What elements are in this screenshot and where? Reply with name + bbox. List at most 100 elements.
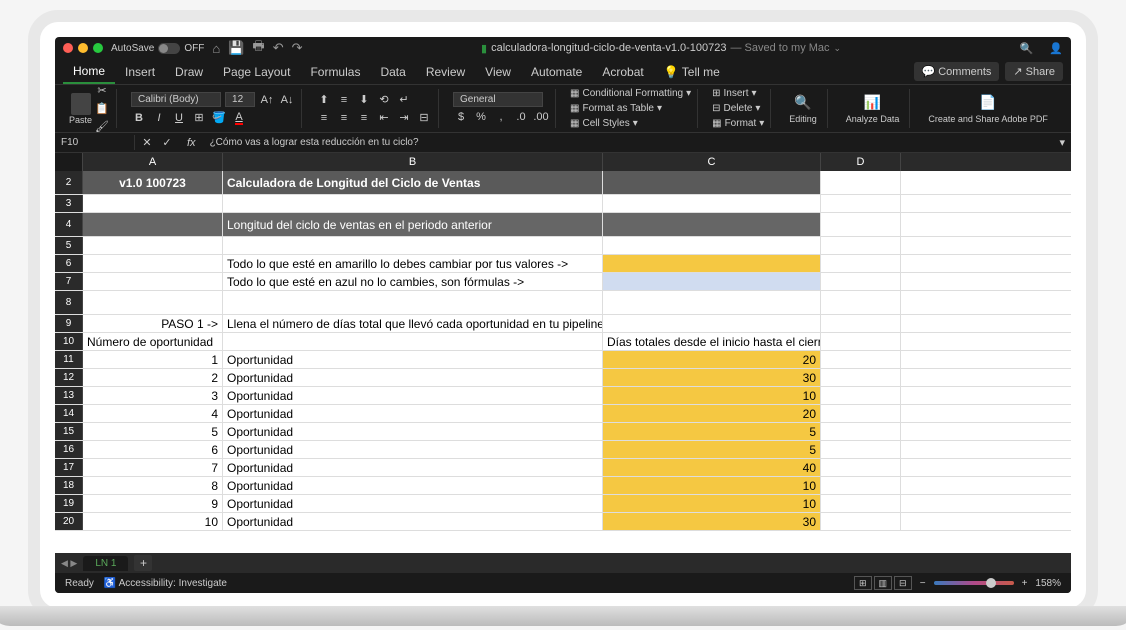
row-header[interactable]: 18	[55, 477, 83, 494]
cell[interactable]	[603, 171, 821, 194]
cell[interactable]: Días totales desde el inicio hasta el ci…	[603, 333, 821, 350]
adobe-button[interactable]: 📄 Create and Share Adobe PDF	[924, 94, 1052, 124]
cell[interactable]	[821, 351, 901, 368]
format-cells[interactable]: ▦ Format ▾	[712, 117, 764, 130]
cell[interactable]	[821, 237, 901, 254]
cell[interactable]	[821, 477, 901, 494]
row-header[interactable]: 2	[55, 171, 83, 194]
increase-font-icon[interactable]: A↑	[259, 92, 275, 108]
copy-icon[interactable]: 📋	[94, 101, 110, 117]
search-icon[interactable]: 🔍	[1020, 42, 1034, 55]
align-right-icon[interactable]: ≡	[356, 110, 372, 126]
cell[interactable]	[603, 315, 821, 332]
cell[interactable]	[821, 333, 901, 350]
font-select[interactable]: Calibri (Body)	[131, 92, 221, 107]
editing-button[interactable]: 🔍 Editing	[785, 94, 821, 124]
tab-page-layout[interactable]: Page Layout	[213, 61, 300, 83]
redo-icon[interactable]: ↷	[292, 40, 303, 56]
analyze-button[interactable]: 📊 Analyze Data	[842, 94, 904, 124]
tab-automate[interactable]: Automate	[521, 61, 592, 83]
formula-input[interactable]: ¿Cómo vas a lograr esta reducción en tu …	[204, 135, 1054, 150]
cancel-icon[interactable]: ✕	[139, 135, 155, 151]
cell[interactable]	[603, 195, 821, 212]
row-header[interactable]: 12	[55, 369, 83, 386]
close-icon[interactable]	[63, 43, 73, 53]
cell[interactable]	[83, 255, 223, 272]
fill-color-icon[interactable]: 🪣	[211, 110, 227, 126]
number-format-select[interactable]: General	[453, 92, 543, 107]
increase-decimal-icon[interactable]: .0	[513, 109, 529, 125]
cell[interactable]: 8	[83, 477, 223, 494]
cell[interactable]: Número de oportunidad	[83, 333, 223, 350]
cell[interactable]: 6	[83, 441, 223, 458]
cell[interactable]: 20	[603, 405, 821, 422]
zoom-in-icon[interactable]: +	[1022, 578, 1028, 589]
conditional-formatting[interactable]: ▦ Conditional Formatting ▾	[570, 87, 691, 100]
underline-icon[interactable]: U	[171, 110, 187, 126]
tab-view[interactable]: View	[475, 61, 521, 83]
tell-me[interactable]: 💡 Tell me	[654, 61, 730, 83]
cell[interactable]: Oportunidad	[223, 459, 603, 476]
autosave-toggle[interactable]: AutoSave OFF	[111, 43, 204, 54]
cell[interactable]: 30	[603, 369, 821, 386]
align-center-icon[interactable]: ≡	[336, 110, 352, 126]
cell[interactable]: Oportunidad	[223, 477, 603, 494]
cell[interactable]: PASO 1 ->	[83, 315, 223, 332]
decrease-font-icon[interactable]: A↓	[279, 92, 295, 108]
minimize-icon[interactable]	[78, 43, 88, 53]
cell[interactable]	[821, 255, 901, 272]
orientation-icon[interactable]: ⟲	[376, 92, 392, 108]
col-header-b[interactable]: B	[223, 153, 603, 171]
page-layout-icon[interactable]: ▥	[874, 576, 892, 590]
format-as-table[interactable]: ▦ Format as Table ▾	[570, 102, 691, 115]
cell[interactable]: 10	[603, 477, 821, 494]
cell[interactable]: Llena el número de días total que llevó …	[223, 315, 603, 332]
share-button[interactable]: ↗ Share	[1005, 62, 1063, 81]
cell[interactable]	[821, 459, 901, 476]
cell[interactable]: Oportunidad	[223, 495, 603, 512]
zoom-slider[interactable]	[934, 581, 1014, 585]
cell[interactable]	[821, 423, 901, 440]
font-color-icon[interactable]: A	[231, 110, 247, 126]
normal-view-icon[interactable]: ⊞	[854, 576, 872, 590]
wrap-text-icon[interactable]: ↵	[396, 92, 412, 108]
undo-icon[interactable]: ↶	[273, 40, 284, 56]
cell[interactable]	[603, 255, 821, 272]
cell[interactable]: Calculadora de Longitud del Ciclo de Ven…	[223, 171, 603, 194]
row-header[interactable]: 20	[55, 513, 83, 530]
cell[interactable]: 20	[603, 351, 821, 368]
cell[interactable]	[821, 291, 901, 314]
cell[interactable]	[821, 273, 901, 290]
col-header-c[interactable]: C	[603, 153, 821, 171]
cell[interactable]	[821, 171, 901, 194]
chevron-down-icon[interactable]: ⌄	[834, 43, 842, 54]
cell[interactable]	[821, 405, 901, 422]
cell[interactable]: Oportunidad	[223, 441, 603, 458]
fx-icon[interactable]: fx	[179, 137, 204, 149]
tab-insert[interactable]: Insert	[115, 61, 165, 83]
accessibility-status[interactable]: ♿ Accessibility: Investigate	[104, 578, 227, 589]
cell[interactable]: v1.0 100723	[83, 171, 223, 194]
row-header[interactable]: 13	[55, 387, 83, 404]
cell[interactable]: Todo lo que esté en azul no lo cambies, …	[223, 273, 603, 290]
insert-cells[interactable]: ⊞ Insert ▾	[712, 87, 764, 100]
cell[interactable]	[223, 237, 603, 254]
increase-indent-icon[interactable]: ⇥	[396, 110, 412, 126]
cell[interactable]	[821, 213, 901, 236]
row-header[interactable]: 14	[55, 405, 83, 422]
cell[interactable]	[821, 441, 901, 458]
enter-icon[interactable]: ✓	[159, 135, 175, 151]
row-header[interactable]: 9	[55, 315, 83, 332]
align-bottom-icon[interactable]: ⬇	[356, 92, 372, 108]
border-icon[interactable]: ⊞	[191, 110, 207, 126]
tab-home[interactable]: Home	[63, 60, 115, 84]
page-break-icon[interactable]: ⊟	[894, 576, 912, 590]
row-header[interactable]: 16	[55, 441, 83, 458]
add-sheet-button[interactable]: +	[134, 555, 152, 571]
italic-icon[interactable]: I	[151, 110, 167, 126]
cell[interactable]: 4	[83, 405, 223, 422]
tab-acrobat[interactable]: Acrobat	[592, 61, 653, 83]
cell[interactable]: 10	[603, 387, 821, 404]
cell[interactable]: 10	[603, 495, 821, 512]
home-icon[interactable]: ⌂	[212, 41, 220, 56]
